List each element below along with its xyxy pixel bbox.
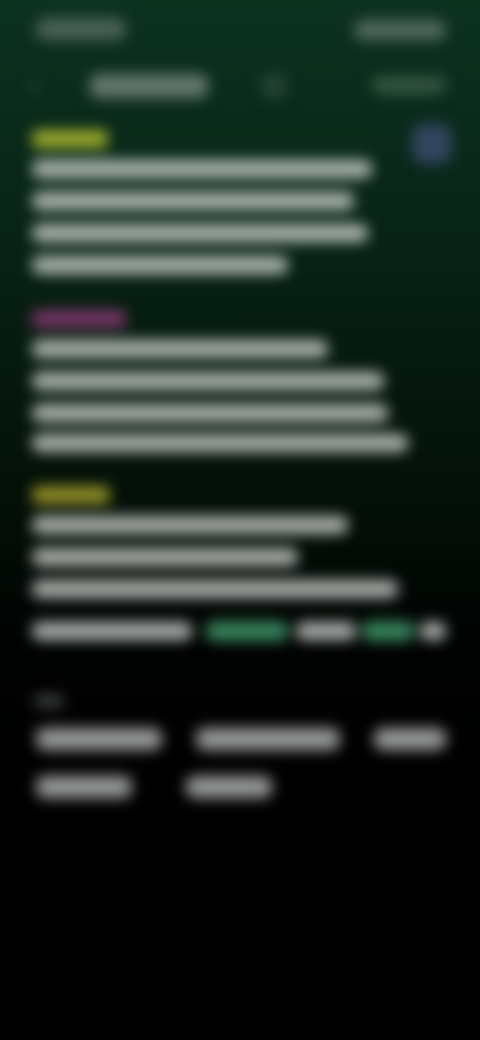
chip[interactable] (36, 776, 132, 798)
header: ‹ (0, 62, 480, 112)
text-line (32, 434, 408, 452)
text-line (32, 256, 288, 274)
page-title (90, 74, 208, 98)
text-line (32, 580, 398, 598)
text-line (32, 622, 192, 640)
text-line (32, 224, 368, 242)
status-icons (354, 20, 446, 40)
status-bar (0, 0, 480, 60)
section-tag (32, 130, 108, 148)
text-line (32, 192, 354, 210)
text-line (32, 516, 348, 534)
chip[interactable] (186, 776, 272, 798)
text-line (32, 340, 328, 358)
text-line (32, 548, 298, 566)
link-text[interactable] (362, 621, 414, 641)
status-time (36, 18, 126, 40)
text-line (32, 372, 384, 390)
back-arrow-icon[interactable]: ‹ (30, 74, 52, 96)
blurred-content: ‹ (0, 0, 480, 1040)
avatar[interactable] (412, 124, 452, 164)
link-text[interactable] (206, 621, 288, 641)
section-tag (32, 310, 126, 328)
text-line (32, 160, 372, 178)
text-line (32, 404, 388, 422)
text-line (296, 622, 356, 640)
chip[interactable] (36, 728, 162, 750)
app-screen: ‹ (0, 0, 480, 1040)
chip[interactable] (374, 728, 446, 750)
chip[interactable] (196, 728, 340, 750)
text-line (420, 622, 446, 640)
header-icon[interactable] (262, 74, 286, 98)
header-action[interactable] (372, 76, 446, 94)
section-tag (32, 486, 110, 504)
section-hint (34, 694, 64, 708)
